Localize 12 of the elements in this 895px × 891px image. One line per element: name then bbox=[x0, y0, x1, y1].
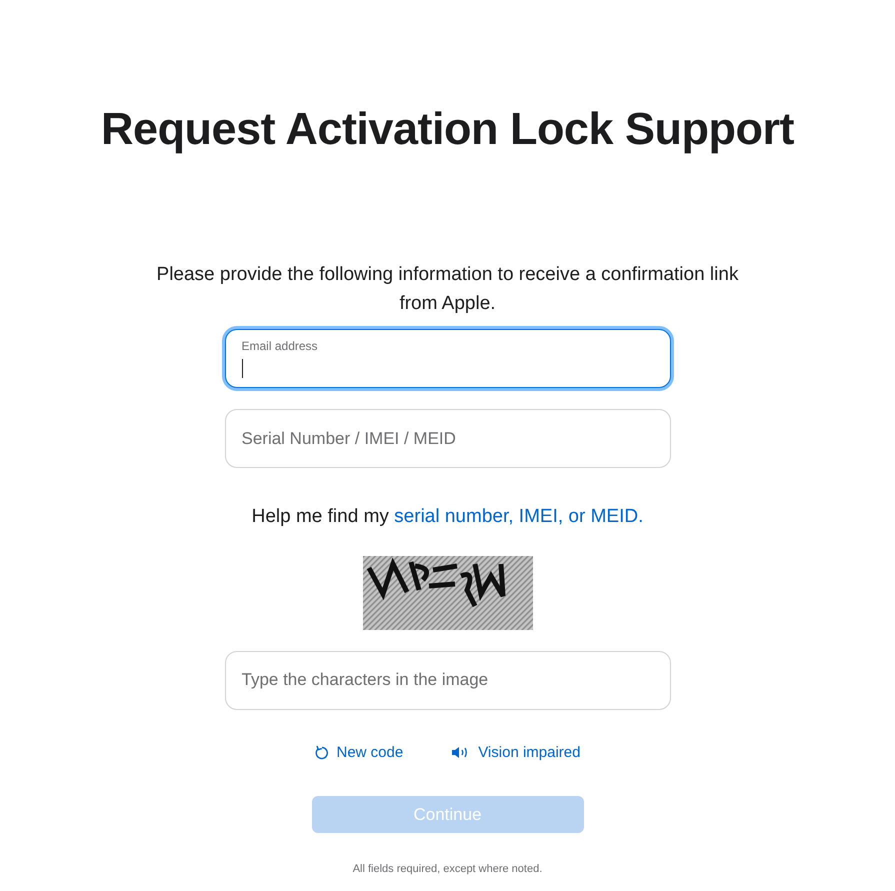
email-field[interactable] bbox=[224, 329, 670, 388]
vision-impaired-link[interactable]: Vision impaired bbox=[451, 742, 580, 764]
captcha-field[interactable]: Type the characters in the image bbox=[224, 650, 670, 710]
help-link[interactable]: serial number, IMEI, or MEID. bbox=[394, 506, 644, 527]
new-code-link[interactable]: New code bbox=[314, 742, 404, 764]
serial-number-field[interactable]: Serial Number / IMEI / MEID bbox=[224, 409, 670, 468]
page-title: Request Activation Lock Support bbox=[101, 102, 794, 156]
help-text: Help me find my serial number, IMEI, or MEID. bbox=[252, 505, 644, 529]
instructions-text: Please provide the following information to receive a confirmation link from Apple. bbox=[156, 263, 740, 316]
footnote-text: All fields required, except where noted. bbox=[352, 862, 542, 877]
field-label: Email address bbox=[242, 339, 318, 353]
refresh-icon bbox=[314, 745, 328, 760]
